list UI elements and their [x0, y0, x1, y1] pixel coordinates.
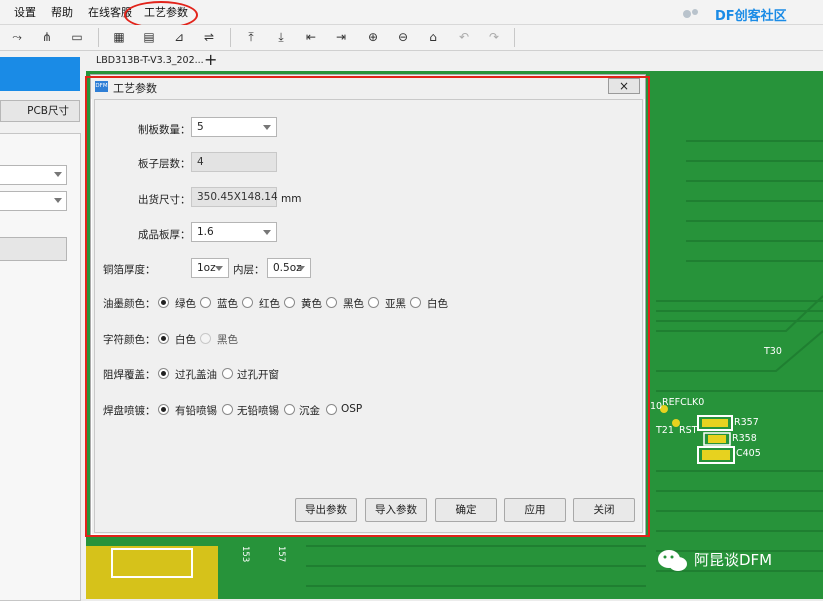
- label-rst: RST: [679, 425, 698, 436]
- ruler-icon[interactable]: ▭: [68, 29, 86, 45]
- align-bottom-icon[interactable]: ⤓: [272, 29, 290, 45]
- label-r357: R357: [734, 417, 759, 428]
- tab-active-document[interactable]: LBD313B-T-V3.3_202...: [96, 55, 204, 66]
- redo-icon[interactable]: ↷: [485, 29, 503, 45]
- menu-bar: 设置 帮助 在线客服 工艺参数 DF创客社区: [0, 0, 823, 29]
- zoom-in-icon[interactable]: ⊕: [364, 29, 382, 45]
- primary-action-button[interactable]: [0, 57, 80, 91]
- component-icon[interactable]: ▤: [140, 29, 158, 45]
- left-select-1[interactable]: [0, 165, 67, 185]
- left-select-2[interactable]: [0, 191, 67, 211]
- undo-icon[interactable]: ↶: [455, 29, 473, 45]
- home-icon[interactable]: ⌂: [424, 29, 442, 45]
- route-icon[interactable]: ⤳: [8, 29, 26, 45]
- zoom-out-icon[interactable]: ⊖: [394, 29, 412, 45]
- align-right-icon[interactable]: ⇥: [332, 29, 350, 45]
- label-153: 153: [240, 546, 250, 563]
- left-button[interactable]: [0, 237, 67, 261]
- chevron-down-icon: [54, 198, 62, 203]
- add-tab-button[interactable]: +: [204, 50, 217, 69]
- watermark-text: DF创客社区: [715, 9, 787, 24]
- align-top-icon[interactable]: ⤒: [242, 29, 260, 45]
- left-panel-box: [0, 133, 81, 601]
- document-tab-strip: LBD313B-T-V3.3_202... +: [86, 50, 823, 71]
- connect-icon[interactable]: ⇌: [200, 29, 218, 45]
- label-r358: R358: [732, 433, 757, 444]
- measure-icon[interactable]: ⊿: [170, 29, 188, 45]
- label-t30: T30: [764, 346, 782, 357]
- label-t21: T21: [656, 425, 674, 436]
- filter-icon[interactable]: ⋔: [38, 29, 56, 45]
- wechat-watermark-text: 阿昆谈DFM: [694, 551, 773, 569]
- watermark-logo: DF创客社区: [665, 2, 823, 24]
- label-157: 157: [276, 546, 286, 563]
- wechat-icon: [658, 550, 687, 571]
- menu-settings[interactable]: 设置: [14, 4, 36, 20]
- menu-help[interactable]: 帮助: [51, 4, 73, 20]
- toolbar: ⤳ ⋔ ▭ ▦ ▤ ⊿ ⇌ ⤒ ⤓ ⇤ ⇥ ⊕ ⊖ ⌂ ↶ ↷: [0, 25, 823, 51]
- dialog-highlight-frame: [85, 76, 650, 537]
- label-refclk: REFCLK0: [662, 397, 705, 408]
- align-left-icon[interactable]: ⇤: [302, 29, 320, 45]
- left-panel: PCB尺寸: [0, 51, 87, 601]
- wechat-watermark: 阿昆谈DFM: [654, 543, 819, 579]
- label-10: 10: [650, 401, 663, 412]
- label-c405: C405: [736, 448, 761, 459]
- pcb-size-button[interactable]: PCB尺寸: [0, 100, 80, 122]
- chevron-down-icon: [54, 172, 62, 177]
- chat-bubble-icon: [683, 9, 698, 18]
- grid-icon[interactable]: ▦: [110, 29, 128, 45]
